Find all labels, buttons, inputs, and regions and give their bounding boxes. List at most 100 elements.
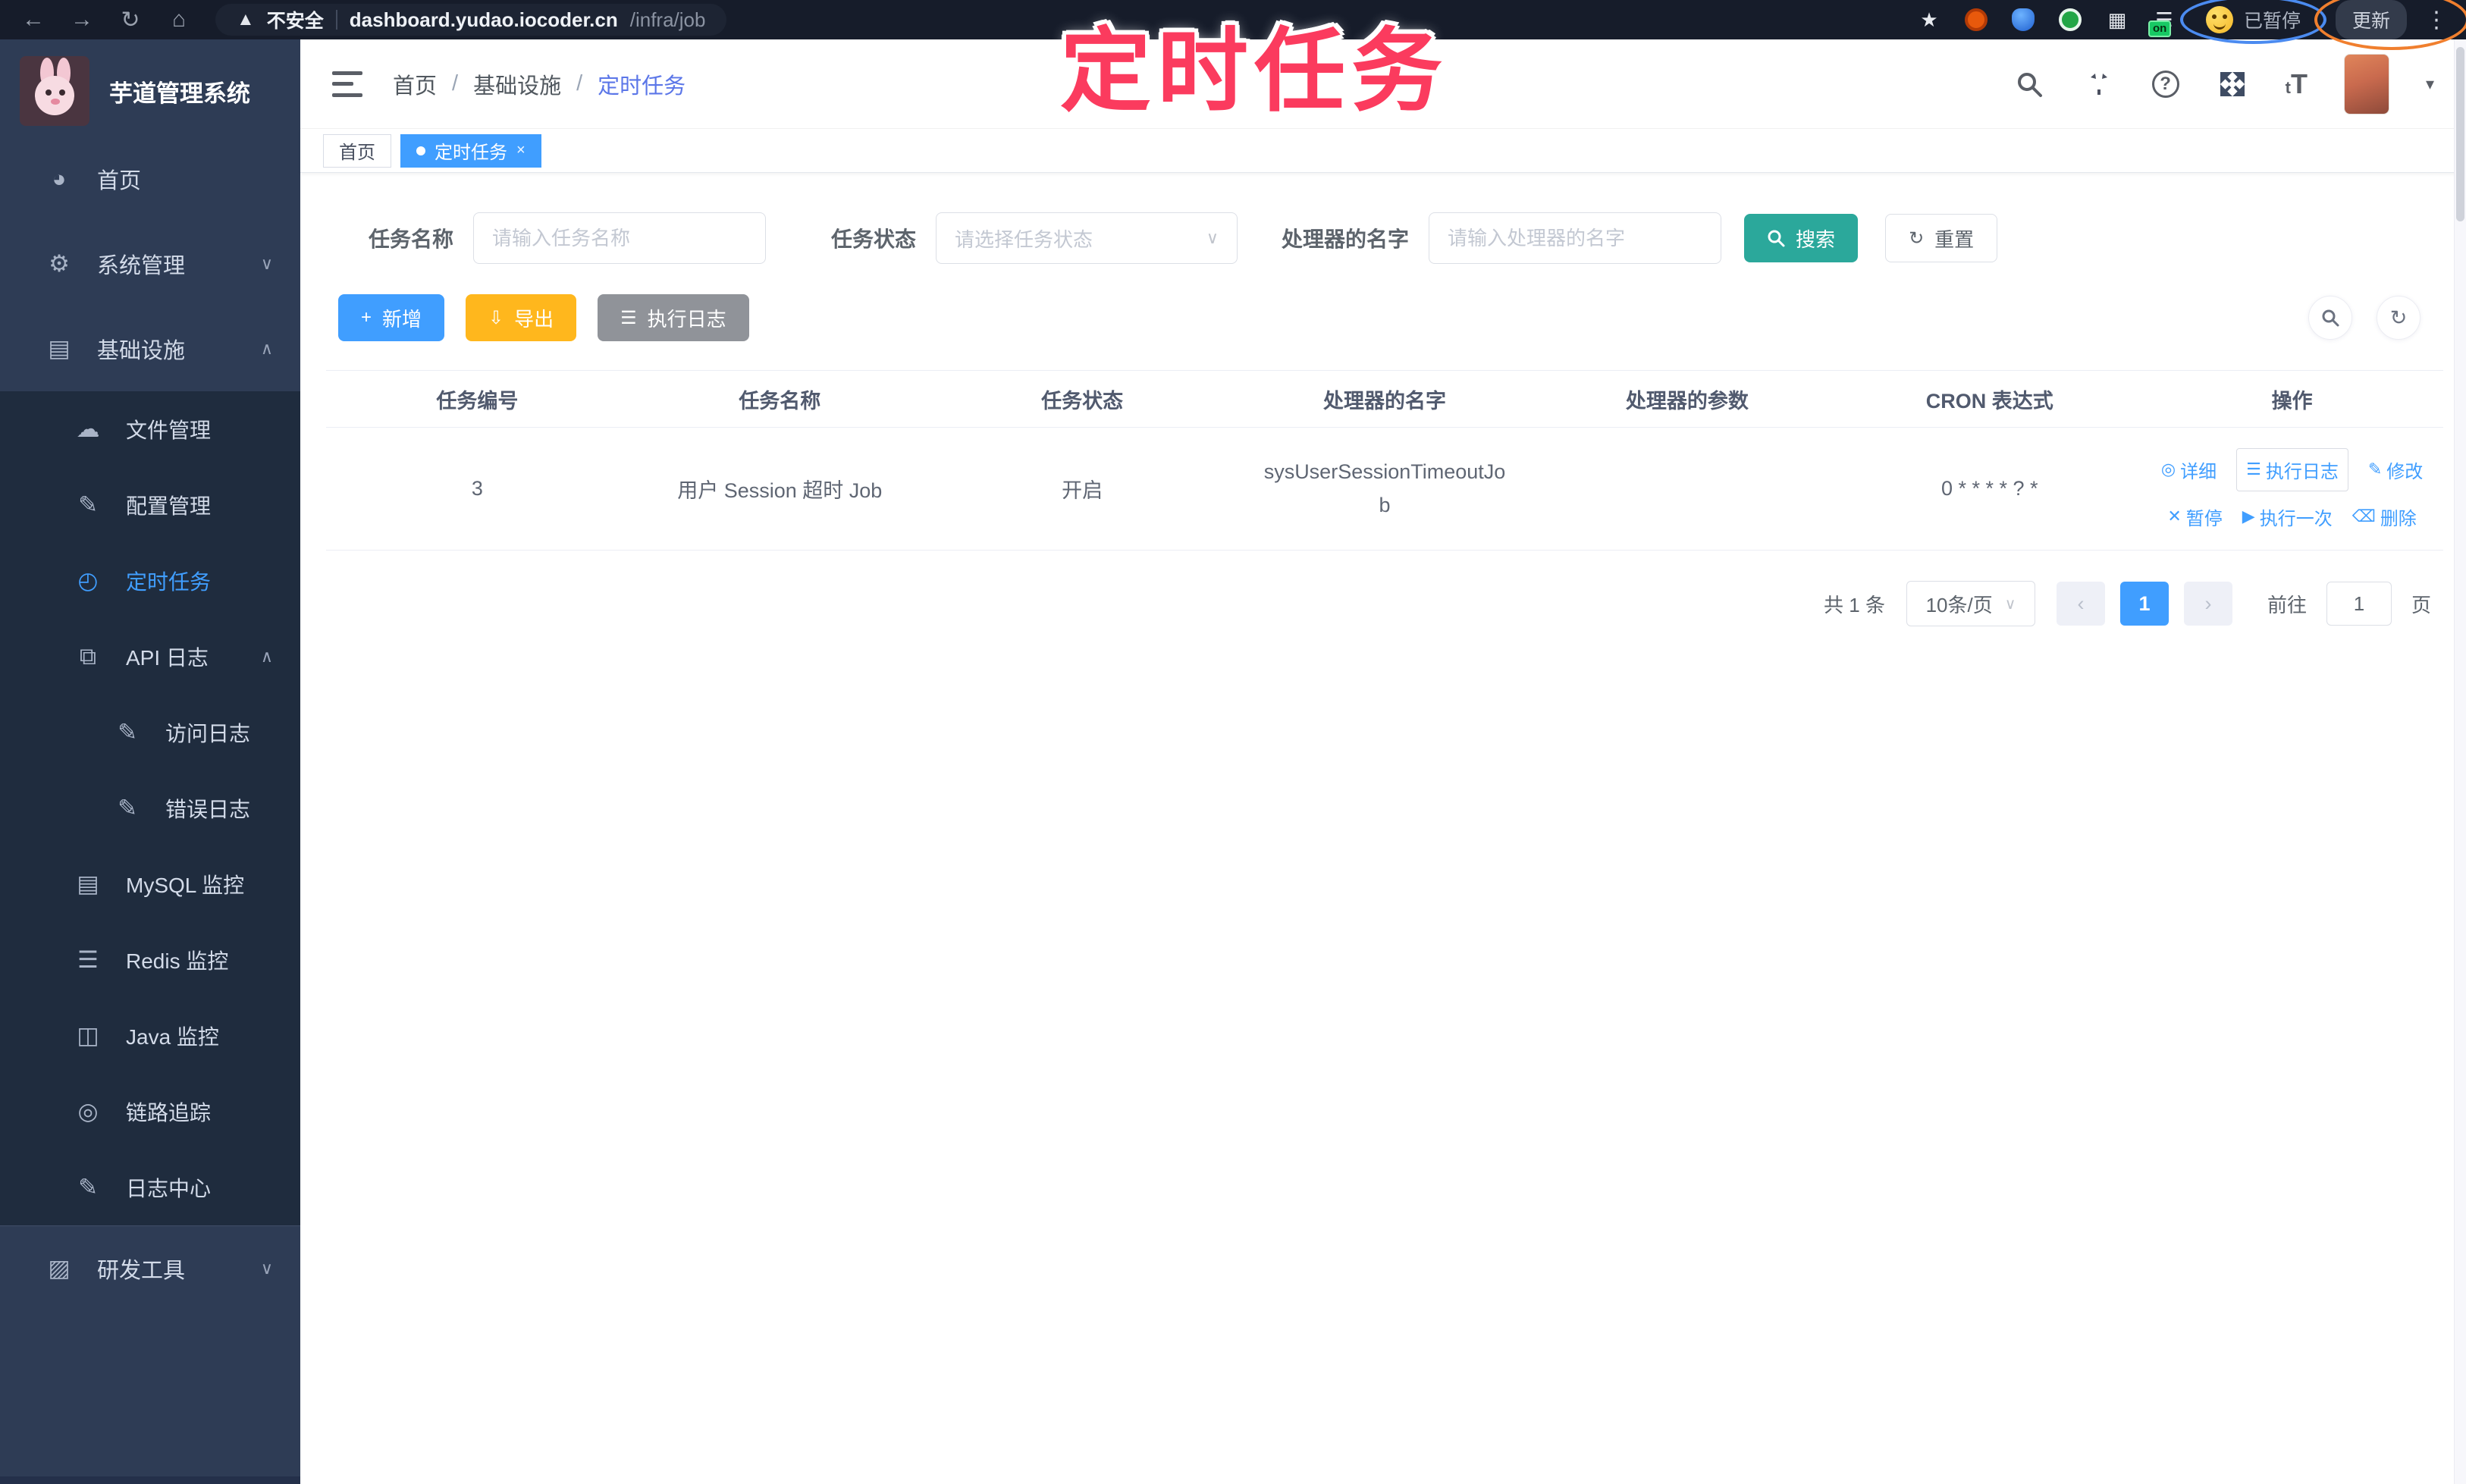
sidebar-item-system[interactable]: ⚙ 系统管理 ∨ (0, 221, 300, 306)
dashboard-icon: ◕ (52, 165, 67, 192)
search-icon[interactable] (2013, 67, 2046, 101)
tab-home[interactable]: 首页 (323, 133, 391, 168)
sidebar-item-scheduled-jobs[interactable]: ◴ 定时任务 (0, 543, 300, 619)
browser-update-button[interactable]: 更新 (2335, 0, 2407, 39)
help-icon[interactable]: ? (2151, 70, 2179, 98)
reset-button[interactable]: ↻ 重置 (1885, 214, 1998, 262)
handler-name-input[interactable] (1429, 212, 1722, 264)
action-exec-log-link[interactable]: ☰ 执行日志 (2236, 447, 2348, 491)
action-run-once-link[interactable]: ▶ 执行一次 (2242, 504, 2333, 530)
table-tools: ↻ (2308, 296, 2421, 340)
list-icon: ☰ (2246, 460, 2261, 478)
action-pause-link[interactable]: ✕ 暂停 (2167, 504, 2222, 530)
chevron-down-icon: ∨ (2004, 595, 2016, 613)
extension-orange-icon[interactable] (1963, 7, 1989, 33)
url-path: /infra/job (629, 8, 706, 31)
browser-back-icon[interactable]: ← (12, 7, 55, 33)
page-size-select[interactable]: 10条/页 ∨ (1906, 581, 2035, 626)
action-edit-link[interactable]: ✎ 修改 (2368, 456, 2423, 483)
page-1-button[interactable]: 1 (2119, 582, 2169, 626)
sidebar-logo-row[interactable]: 芋道管理系统 (0, 39, 300, 136)
cloud-upload-icon: ☁ (76, 416, 100, 442)
browser-forward-icon[interactable]: → (61, 7, 103, 33)
sidebar: 芋道管理系统 ◕ 首页 ⚙ 系统管理 ∨ ▤ 基础设施 ∧ ☁ 文件管理 ✎ 配… (0, 39, 300, 1484)
cell-handler-name: sysUserSessionTimeoutJob (1263, 460, 1506, 516)
chevron-up-icon: ∧ (260, 647, 273, 666)
breadcrumb-home[interactable]: 首页 (393, 68, 437, 100)
export-button[interactable]: ⇩ 导出 (466, 294, 577, 341)
api-log-icon: ⧉ (79, 642, 97, 670)
add-button[interactable]: + 新增 (338, 294, 445, 341)
browser-reload-icon[interactable]: ↻ (109, 7, 152, 33)
sidebar-submenu-infra: ☁ 文件管理 ✎ 配置管理 ◴ 定时任务 ⧉ API 日志 ∧ ✎ 访问日志 ✎… (0, 391, 300, 1225)
goto-page-input[interactable] (2326, 582, 2392, 626)
user-menu-caret-icon[interactable]: ▾ (2426, 74, 2434, 94)
refresh-table-button[interactable]: ↻ (2377, 296, 2421, 340)
action-label: 详细 (2180, 461, 2217, 482)
breadcrumb-separator: / (576, 71, 583, 96)
sidebar-item-error-logs[interactable]: ✎ 错误日志 (0, 770, 300, 846)
sidebar-item-java-monitor[interactable]: ◫ Java 监控 (0, 998, 300, 1074)
sidebar-item-log-center[interactable]: ✎ 日志中心 (0, 1150, 300, 1225)
next-page-button[interactable]: › (2183, 582, 2232, 626)
sidebar-item-label: 首页 (97, 169, 142, 193)
sidebar-item-trace[interactable]: ◎ 链路追踪 (0, 1074, 300, 1150)
extensions-puzzle-icon[interactable]: ▦ (2104, 7, 2130, 33)
profile-paused-label: 已暂停 (2243, 11, 2301, 32)
sidebar-item-label: 错误日志 (165, 798, 251, 821)
sidebar-item-mysql-monitor[interactable]: ▤ MySQL 监控 (0, 846, 300, 922)
action-label: 暂停 (2185, 508, 2223, 529)
sidebar-item-home[interactable]: ◕ 首页 (0, 136, 300, 221)
job-name-input[interactable] (473, 212, 767, 264)
goto-label: 前往 (2267, 593, 2307, 617)
extension-green-icon[interactable] (2057, 7, 2083, 33)
table-toolbar: + 新增 ⇩ 导出 ☰ 执行日志 ↻ (326, 294, 2443, 341)
exec-log-button[interactable]: ☰ 执行日志 (598, 294, 749, 341)
breadcrumb-infra[interactable]: 基础设施 (473, 68, 561, 100)
pagination: 共 1 条 10条/页 ∨ ‹ 1 › 前往 页 (326, 581, 2431, 626)
sidebar-item-config-manage[interactable]: ✎ 配置管理 (0, 467, 300, 543)
job-status-select[interactable]: 请选择任务状态 ∨ (936, 212, 1238, 264)
sidebar-item-file-manage[interactable]: ☁ 文件管理 (0, 391, 300, 467)
extension-on-badge: on (2148, 20, 2172, 37)
sidebar-item-label: 配置管理 (126, 494, 212, 518)
toggle-search-button[interactable] (2308, 296, 2352, 340)
breadcrumb: 首页 / 基础设施 / 定时任务 (393, 68, 686, 100)
update-cluster: 更新 ⋮ (2314, 0, 2466, 50)
col-header-cron: CRON 表达式 (1925, 389, 2053, 413)
chevron-down-icon: ∨ (260, 1258, 273, 1278)
sidebar-item-devtools[interactable]: ▨ 研发工具 ∨ (0, 1225, 300, 1310)
action-delete-link[interactable]: ⌫ 删除 (2352, 504, 2417, 530)
logo-rabbit-image (20, 56, 89, 126)
java-monitor-icon: ◫ (77, 1022, 99, 1049)
tab-close-icon[interactable]: × (516, 142, 526, 159)
prev-page-button[interactable]: ‹ (2056, 582, 2105, 626)
active-tab-dot (416, 146, 425, 155)
sidebar-item-label: 访问日志 (165, 722, 251, 745)
sidebar-item-label: 基础设施 (97, 339, 186, 363)
extension-list-icon[interactable]: ☰ on (2148, 7, 2177, 37)
browser-menu-kebab-icon[interactable]: ⋮ (2425, 7, 2448, 33)
sidebar-item-access-logs[interactable]: ✎ 访问日志 (0, 695, 300, 770)
profile-chip[interactable]: 已暂停 (2179, 0, 2326, 44)
extension-blue-icon[interactable] (2010, 7, 2036, 33)
search-button[interactable]: 搜索 (1744, 214, 1859, 262)
page-scrollbar[interactable] (2454, 39, 2466, 1484)
bookmark-star-icon[interactable]: ★ (1916, 7, 1942, 33)
sidebar-fold-icon[interactable] (332, 71, 362, 97)
github-icon[interactable] (2082, 67, 2116, 101)
user-avatar[interactable] (2343, 53, 2389, 115)
browser-home-icon[interactable]: ⌂ (158, 7, 200, 33)
app-shell: 芋道管理系统 ◕ 首页 ⚙ 系统管理 ∨ ▤ 基础设施 ∧ ☁ 文件管理 ✎ 配… (0, 39, 2466, 1484)
fullscreen-icon[interactable] (2216, 67, 2249, 101)
list-icon: ☰ (620, 307, 637, 328)
scrollbar-thumb[interactable] (2456, 47, 2464, 221)
sidebar-item-infra[interactable]: ▤ 基础设施 ∧ (0, 306, 300, 391)
action-detail-link[interactable]: ◎ 详细 (2161, 456, 2217, 483)
tab-scheduled-jobs[interactable]: 定时任务 × (400, 133, 541, 168)
address-bar[interactable]: ▲ 不安全 dashboard.yudao.iocoder.cn /infra/… (215, 4, 727, 36)
row-actions: ◎ 详细 ☰ 执行日志 ✎ 修改 ✕ 暂停 ▶ 执行一次 ⌫ 删除 (2150, 447, 2434, 530)
sidebar-item-api-logs[interactable]: ⧉ API 日志 ∧ (0, 619, 300, 695)
sidebar-item-redis-monitor[interactable]: ☰ Redis 监控 (0, 922, 300, 998)
font-size-icon[interactable]: tT (2286, 68, 2308, 100)
